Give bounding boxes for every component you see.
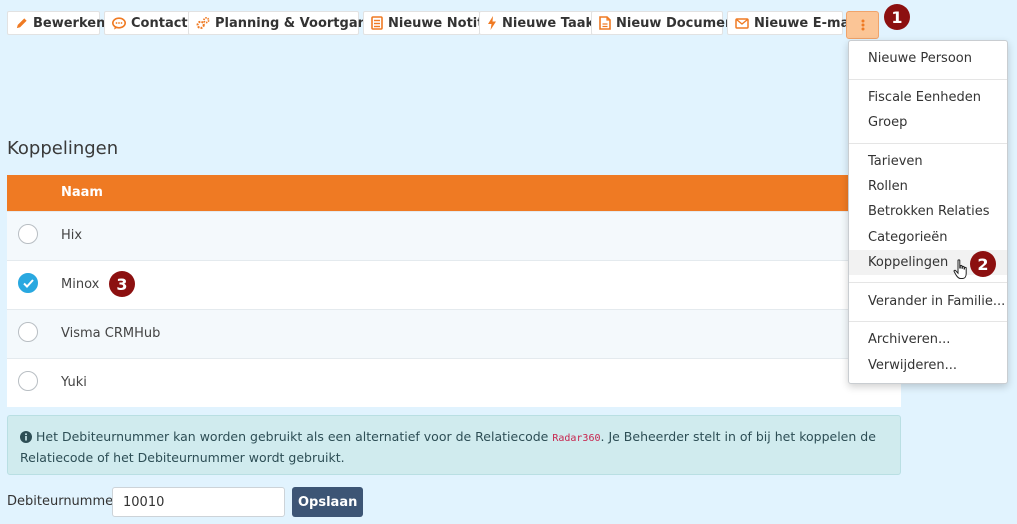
row-name: Yuki	[61, 375, 87, 390]
menu-item-group[interactable]: Groep	[849, 110, 1007, 135]
relatiecode-code: Radar360	[552, 433, 601, 444]
menu-item-categories[interactable]: Categorieën	[849, 225, 1007, 250]
menu-item-rates[interactable]: Tarieven	[849, 149, 1007, 174]
new-task-button[interactable]: Nieuwe Taak	[479, 11, 595, 35]
save-button[interactable]: Opslaan	[292, 487, 363, 517]
row-name: Hix	[61, 228, 83, 243]
section-title: Koppelingen	[7, 138, 119, 159]
column-name-header: Naam	[61, 185, 103, 200]
menu-item-related-relations[interactable]: Betrokken Relaties	[849, 199, 1007, 224]
new-email-label: Nieuwe E-mail	[754, 15, 859, 31]
pencil-icon	[15, 16, 28, 30]
planning-label: Planning & Voortgang	[215, 15, 377, 31]
vertical-ellipsis-icon	[861, 16, 865, 35]
menu-divider	[849, 79, 1007, 80]
step-marker-3: 3	[109, 271, 135, 297]
info-alert: Het Debiteurnummer kan worden gebruikt a…	[7, 415, 901, 475]
table-row[interactable]: Visma CRMHub	[7, 309, 901, 358]
table-row[interactable]: Yuki	[7, 358, 901, 407]
row-radio-checked[interactable]	[18, 273, 38, 293]
info-text-before: Het Debiteurnummer kan worden gebruikt a…	[36, 429, 549, 444]
cogs-icon	[196, 16, 210, 30]
debiteurnummer-input[interactable]	[112, 487, 285, 517]
edit-label: Bewerken	[33, 15, 106, 31]
note-icon	[371, 16, 383, 30]
envelope-icon	[735, 16, 749, 30]
menu-divider	[849, 143, 1007, 144]
menu-item-delete[interactable]: Verwijderen...	[849, 353, 1007, 378]
table-row[interactable]: Minox 3	[7, 260, 901, 309]
row-radio[interactable]	[18, 371, 38, 391]
row-name: Minox	[61, 277, 100, 292]
menu-divider	[849, 282, 1007, 283]
menu-divider	[849, 321, 1007, 322]
more-actions-menu: Nieuwe Persoon Fiscale Eenheden Groep Ta…	[848, 40, 1008, 384]
edit-button[interactable]: Bewerken	[7, 11, 105, 35]
contact-label: Contact	[131, 15, 188, 31]
menu-item-archive[interactable]: Archiveren...	[849, 327, 1007, 352]
row-radio[interactable]	[18, 224, 38, 244]
planning-button[interactable]: Planning & Voortgang	[188, 11, 376, 35]
row-name: Visma CRMHub	[61, 326, 161, 341]
row-radio[interactable]	[18, 322, 38, 342]
bolt-icon	[487, 16, 497, 30]
new-note-button[interactable]: Nieuwe Notitie	[363, 11, 497, 35]
step-marker-1: 1	[884, 4, 910, 30]
new-task-label: Nieuwe Taak	[502, 15, 595, 31]
table-header: Naam	[7, 175, 901, 211]
table-row[interactable]: Hix	[7, 211, 901, 260]
menu-item-new-person[interactable]: Nieuwe Persoon	[849, 46, 1007, 71]
hand-cursor-icon	[953, 259, 969, 285]
check-icon	[22, 278, 34, 288]
document-icon	[599, 16, 611, 30]
menu-item-fiscal-units[interactable]: Fiscale Eenheden	[849, 85, 1007, 110]
info-circle-icon	[20, 429, 32, 448]
new-document-button[interactable]: Nieuw Document	[591, 11, 740, 35]
chat-icon	[112, 16, 126, 30]
contact-button[interactable]: Contact	[104, 11, 190, 35]
menu-item-roles[interactable]: Rollen	[849, 174, 1007, 199]
step-marker-2: 2	[970, 251, 996, 277]
more-actions-button[interactable]	[846, 11, 879, 39]
menu-item-change-family[interactable]: Verander in Familie...	[849, 289, 1007, 314]
new-email-button[interactable]: Nieuwe E-mail	[727, 11, 858, 35]
new-document-label: Nieuw Document	[616, 15, 741, 31]
debiteurnummer-label: Debiteurnummer	[7, 494, 119, 509]
koppelingen-table: Naam Hix Minox 3 Visma CRMHub Yuki	[7, 175, 901, 407]
